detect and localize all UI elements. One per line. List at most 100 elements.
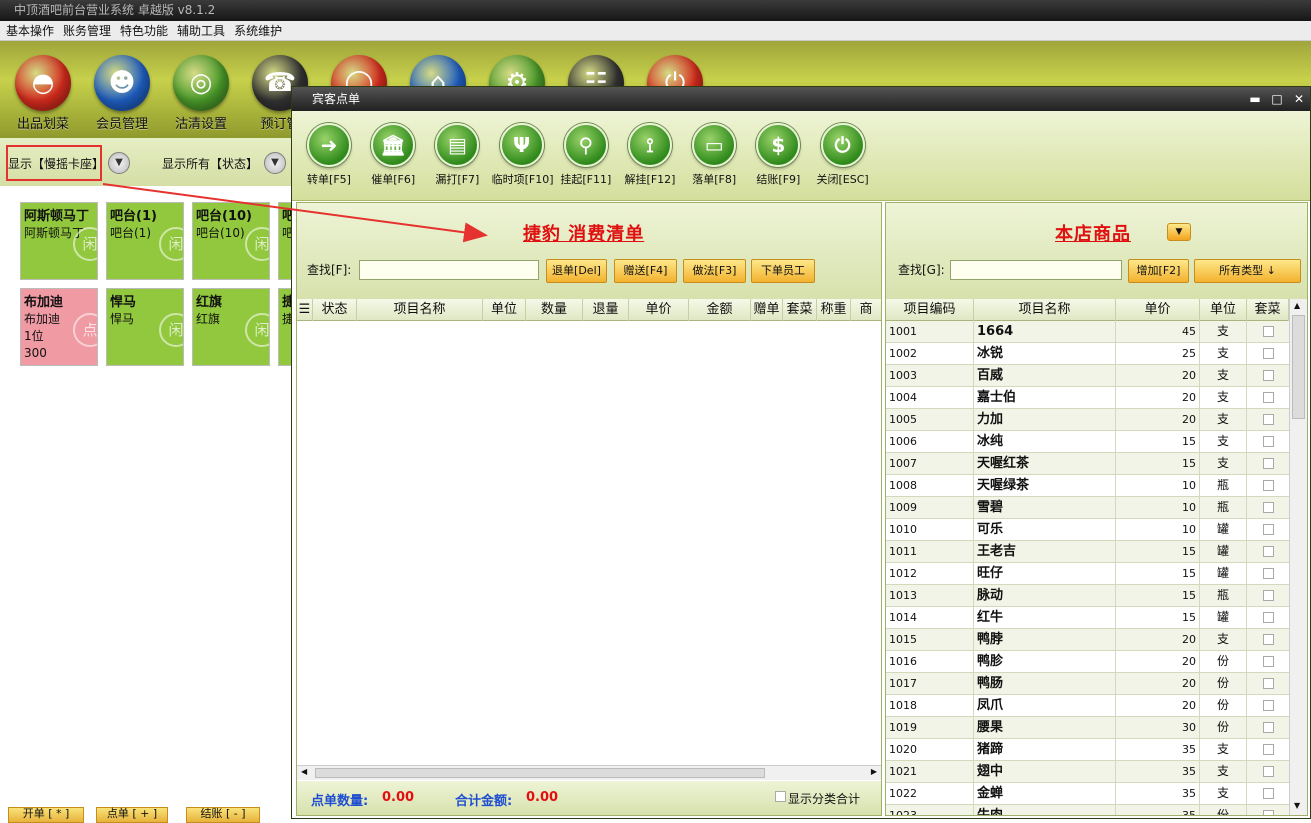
grid-menu-icon[interactable]: ☰	[297, 299, 313, 321]
col-status[interactable]: 状态	[313, 299, 357, 321]
col-quantity[interactable]: 数量	[526, 299, 583, 321]
checkout-button[interactable]: 结账 [ - ]	[186, 807, 260, 823]
product-row[interactable]: 1004 嘉士伯 20 支	[886, 387, 1289, 409]
area-dropdown-icon[interactable]: ▼	[108, 152, 130, 174]
product-row[interactable]: 1003 百威 20 支	[886, 365, 1289, 387]
maximize-icon[interactable]: □	[1268, 87, 1286, 111]
product-row[interactable]: 1018 凤爪 20 份	[886, 695, 1289, 717]
dialog-toolbar-button[interactable]: $ 结账[F9]	[748, 123, 808, 187]
return-order-button[interactable]: 退单[Del]	[546, 259, 607, 283]
set-meal-checkbox[interactable]	[1262, 612, 1274, 623]
product-row[interactable]: 1006 冰纯 15 支	[886, 431, 1289, 453]
set-meal-checkbox[interactable]	[1262, 392, 1274, 403]
show-category-checkbox[interactable]	[775, 791, 786, 802]
method-button[interactable]: 做法[F3]	[683, 259, 746, 283]
gift-button[interactable]: 赠送[F4]	[614, 259, 677, 283]
product-row[interactable]: 1016 鸭胗 20 份	[886, 651, 1289, 673]
table-card[interactable]: 悍马 悍马闲	[106, 288, 184, 366]
dialog-toolbar-button[interactable]: ⟟ 解挂[F12]	[620, 123, 680, 187]
col-unit[interactable]: 单位	[483, 299, 526, 321]
dialog-toolbar-button[interactable]: ⏻ 关闭[ESC]	[813, 123, 873, 187]
set-meal-checkbox[interactable]	[1262, 766, 1274, 777]
col-more[interactable]: 商	[851, 299, 881, 321]
col-return-qty[interactable]: 退量	[583, 299, 629, 321]
col-product-price[interactable]: 单价	[1116, 299, 1200, 321]
col-gift[interactable]: 赠单	[751, 299, 783, 321]
table-card[interactable]: 吧台(1) 吧台(1) 闲	[106, 202, 184, 280]
set-meal-checkbox[interactable]	[1262, 326, 1274, 337]
product-row[interactable]: 1015 鸭脖 20 支	[886, 629, 1289, 651]
product-row[interactable]: 1014 红牛 15 罐	[886, 607, 1289, 629]
set-meal-checkbox[interactable]	[1262, 788, 1274, 799]
all-types-button[interactable]: 所有类型 ↓	[1194, 259, 1301, 283]
scroll-right-icon[interactable]: ▶	[871, 767, 877, 776]
order-staff-button[interactable]: 下单员工	[751, 259, 815, 283]
set-meal-checkbox[interactable]	[1262, 744, 1274, 755]
status-dropdown-icon[interactable]: ▼	[264, 152, 286, 174]
col-product-set[interactable]: 套菜	[1247, 299, 1289, 321]
close-icon[interactable]: ✕	[1290, 87, 1308, 111]
col-product-name[interactable]: 项目名称	[974, 299, 1116, 321]
product-row[interactable]: 1009 雪碧 10 瓶	[886, 497, 1289, 519]
product-row[interactable]: 1008 天喔绿茶 10 瓶	[886, 475, 1289, 497]
minimize-icon[interactable]: ▬	[1246, 87, 1264, 111]
product-row[interactable]: 1013 脉动 15 瓶	[886, 585, 1289, 607]
order-search-input[interactable]	[359, 260, 539, 280]
set-meal-checkbox[interactable]	[1262, 502, 1274, 513]
main-toolbar-button[interactable]: ◎ 沽清设置	[166, 55, 236, 132]
menu-features[interactable]: 特色功能	[114, 21, 171, 41]
product-row[interactable]: 1005 力加 20 支	[886, 409, 1289, 431]
dialog-toolbar-button[interactable]: Ψ 临时项[F10]	[492, 123, 554, 187]
set-meal-checkbox[interactable]	[1262, 370, 1274, 381]
product-row[interactable]: 1011 王老吉 15 罐	[886, 541, 1289, 563]
set-meal-checkbox[interactable]	[1262, 568, 1274, 579]
set-meal-checkbox[interactable]	[1262, 546, 1274, 557]
dialog-toolbar-button[interactable]: ⚲ 挂起[F11]	[556, 123, 616, 187]
col-product-unit[interactable]: 单位	[1200, 299, 1247, 321]
product-row[interactable]: 1017 鸭肠 20 份	[886, 673, 1289, 695]
set-meal-checkbox[interactable]	[1262, 810, 1274, 815]
scroll-thumb-vertical[interactable]	[1292, 315, 1305, 419]
col-unit-price[interactable]: 单价	[629, 299, 689, 321]
menu-maintenance[interactable]: 系统维护	[228, 21, 285, 41]
scroll-left-icon[interactable]: ◀	[301, 767, 307, 776]
set-meal-checkbox[interactable]	[1262, 656, 1274, 667]
col-amount[interactable]: 金额	[689, 299, 751, 321]
set-meal-checkbox[interactable]	[1262, 678, 1274, 689]
table-card[interactable]: 阿斯顿马丁 阿斯顿马丁闲	[20, 202, 98, 280]
scroll-down-icon[interactable]: ▼	[1294, 801, 1300, 810]
dialog-toolbar-button[interactable]: ▭ 落单[F8]	[684, 123, 744, 187]
product-row[interactable]: 1021 翅中 35 支	[886, 761, 1289, 783]
product-row[interactable]: 1007 天喔红茶 15 支	[886, 453, 1289, 475]
set-meal-checkbox[interactable]	[1262, 590, 1274, 601]
menu-tools[interactable]: 辅助工具	[171, 21, 228, 41]
dialog-toolbar-button[interactable]: ➜ 转单[F5]	[299, 123, 359, 187]
menu-accounts[interactable]: 账务管理	[57, 21, 114, 41]
set-meal-checkbox[interactable]	[1262, 524, 1274, 535]
status-filter-label[interactable]: 显示所有【状态】	[162, 155, 258, 172]
col-set-meal[interactable]: 套菜	[783, 299, 817, 321]
product-row[interactable]: 1019 腰果 30 份	[886, 717, 1289, 739]
vertical-scrollbar[interactable]: ▲ ▼	[1289, 299, 1307, 815]
set-meal-checkbox[interactable]	[1262, 458, 1274, 469]
product-row[interactable]: 1010 可乐 10 罐	[886, 519, 1289, 541]
scroll-up-icon[interactable]: ▲	[1294, 301, 1300, 310]
menu-basic-ops[interactable]: 基本操作	[0, 21, 57, 41]
product-row[interactable]: 1002 冰锐 25 支	[886, 343, 1289, 365]
col-item-code[interactable]: 项目编码	[886, 299, 974, 321]
set-meal-checkbox[interactable]	[1262, 700, 1274, 711]
product-search-input[interactable]	[950, 260, 1122, 280]
open-order-button[interactable]: 开单 [ * ]	[8, 807, 84, 823]
product-row[interactable]: 1012 旺仔 15 罐	[886, 563, 1289, 585]
table-card[interactable]: 布加迪 布加迪 1位 300 点	[20, 288, 98, 366]
col-weigh[interactable]: 称重	[817, 299, 851, 321]
set-meal-checkbox[interactable]	[1262, 414, 1274, 425]
product-dropdown-icon[interactable]: ▼	[1167, 223, 1191, 241]
product-row[interactable]: 1020 猪蹄 35 支	[886, 739, 1289, 761]
order-list-title[interactable]: 捷豹 消费清单	[523, 220, 644, 246]
dialog-toolbar-button[interactable]: ▤ 漏打[F7]	[427, 123, 487, 187]
product-title[interactable]: 本店商品	[1055, 220, 1131, 246]
dialog-toolbar-button[interactable]: 🏛 催单[F6]	[363, 123, 423, 187]
set-meal-checkbox[interactable]	[1262, 436, 1274, 447]
table-card[interactable]: 红旗 红旗闲	[192, 288, 270, 366]
